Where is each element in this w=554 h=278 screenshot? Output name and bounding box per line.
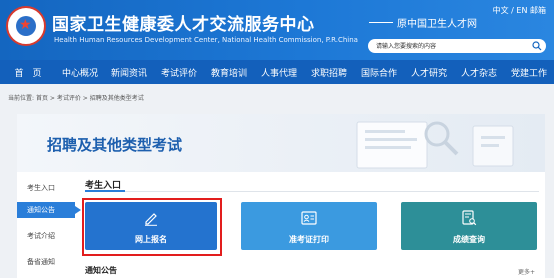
- admission-ticket-print-button[interactable]: 准考证打印: [241, 202, 377, 250]
- nav-item-jobs[interactable]: 求职招聘: [304, 66, 354, 79]
- score-query-button[interactable]: 成绩查询: [401, 202, 537, 250]
- id-card-icon: [301, 211, 317, 225]
- site-subtitle: Health Human Resources Development Cente…: [54, 36, 358, 44]
- nav-item-exams[interactable]: 考试评价: [154, 66, 204, 79]
- page-title: 招聘及其他类型考试: [47, 136, 183, 154]
- document-search-icon: [462, 210, 477, 226]
- breadcrumb-label: 当前位置:: [8, 95, 35, 102]
- search-input[interactable]: [376, 40, 524, 52]
- section-underline: [85, 190, 125, 192]
- search-box: [368, 39, 546, 53]
- lang-en-link[interactable]: EN: [516, 6, 527, 15]
- nav-item-training[interactable]: 教育培训: [204, 66, 254, 79]
- nav-item-research[interactable]: 人才研究: [404, 66, 454, 79]
- sidebar-item-province-notice[interactable]: 备省通知: [17, 254, 75, 270]
- title-separator: [369, 22, 393, 23]
- sidebar-item-candidate-entry[interactable]: 考生入口: [17, 180, 75, 196]
- breadcrumb: 当前位置: 首页 > 考试评价 > 招聘及其他类型考试: [8, 93, 144, 102]
- language-switcher: 中文 / EN 邮箱: [493, 5, 546, 16]
- nav-item-international[interactable]: 国际合作: [354, 66, 404, 79]
- lang-zh-link[interactable]: 中文: [493, 6, 509, 15]
- site-header: ★ 国家卫生健康委人才交流服务中心 Health Human Resources…: [0, 0, 554, 60]
- nav-item-party[interactable]: 党建工作: [504, 66, 554, 79]
- nav-item-personnel[interactable]: 人事代理: [254, 66, 304, 79]
- site-logo[interactable]: ★: [6, 6, 46, 46]
- breadcrumb-sep: >: [49, 95, 55, 102]
- mail-link[interactable]: 邮箱: [530, 6, 546, 15]
- highlight-box: [82, 198, 222, 256]
- breadcrumb-exams[interactable]: 考试评价: [57, 95, 81, 102]
- nav-item-home[interactable]: 首 页: [0, 66, 56, 79]
- sidebar-item-notices[interactable]: 通知公告: [17, 202, 81, 218]
- search-icon[interactable]: [532, 41, 542, 51]
- page-banner: 招聘及其他类型考试: [17, 114, 545, 172]
- nav-item-news[interactable]: 新闻资讯: [104, 66, 154, 79]
- section-divider: [85, 191, 539, 192]
- former-name: 原中国卫生人才网: [397, 19, 477, 30]
- lang-separator: /: [511, 6, 514, 15]
- star-icon: ★: [19, 17, 32, 33]
- notices-heading: 通知公告: [85, 266, 117, 275]
- nav-item-magazine[interactable]: 人才杂志: [454, 66, 504, 79]
- banner-illustration: [356, 121, 514, 169]
- more-link[interactable]: 更多+: [518, 267, 535, 276]
- sidebar-item-exam-intro[interactable]: 考试介绍: [17, 228, 75, 244]
- nav-item-about[interactable]: 中心概况: [56, 66, 104, 79]
- main-nav: 首 页 中心概况 新闻资讯 考试评价 教育培训 人事代理 求职招聘 国际合作 人…: [0, 60, 554, 84]
- site-title: 国家卫生健康委人才交流服务中心: [52, 15, 315, 35]
- card-label: 准考证打印: [289, 235, 329, 244]
- breadcrumb-home[interactable]: 首页: [36, 95, 48, 102]
- breadcrumb-sep: >: [82, 95, 88, 102]
- card-label: 成绩查询: [453, 235, 485, 244]
- breadcrumb-current: 招聘及其他类型考试: [89, 95, 144, 102]
